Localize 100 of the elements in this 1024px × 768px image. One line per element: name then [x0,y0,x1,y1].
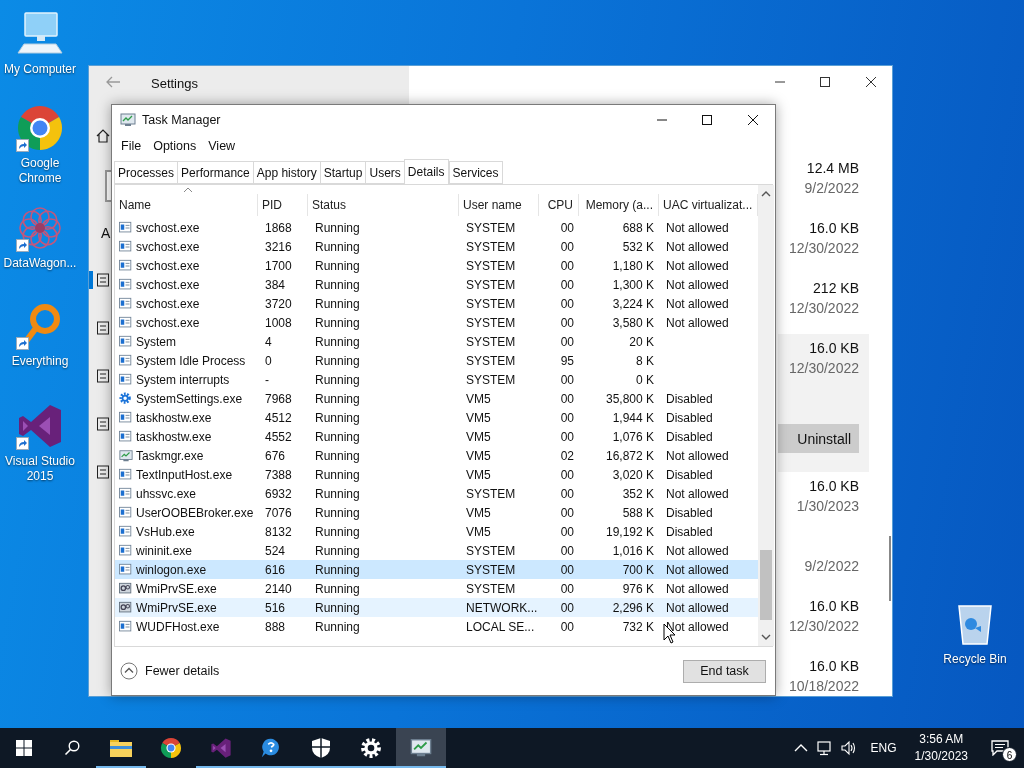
scrollbar-thumb[interactable] [760,550,772,620]
process-row[interactable]: svchost.exe 3720 Running SYSTEM 00 3,224 K Not allowed [115,294,758,313]
task-manager-icon [409,737,433,759]
scrollbar-thumb[interactable] [889,536,891,601]
table-cell: Running [315,562,360,577]
tab[interactable]: Details [403,159,449,185]
app-entry[interactable]: 212 KB 12/30/2022 [778,274,869,334]
column-header[interactable]: CPU [539,194,579,216]
icon-label[interactable]: Visual Studio 2015 [1,454,79,484]
process-row[interactable]: uhssvc.exe 6932 Running SYSTEM 00 352 K Not allowed [115,484,758,503]
table-cell: Not allowed [666,600,729,615]
icon-label[interactable]: My Computer [4,62,76,77]
app-entry[interactable]: 16.0 KB 12/30/2022 [778,214,869,274]
maximize-icon [819,76,831,88]
fewer-details-toggle[interactable]: Fewer details [120,661,220,681]
tab[interactable]: Services [448,161,503,184]
app-entry[interactable]: 16.0 KB 1/30/2023 [778,472,869,532]
scroll-down-icon[interactable] [761,634,771,641]
table-cell: Running [315,296,360,311]
program-icon [119,543,133,558]
app-date: 1/30/2023 [795,497,859,516]
chrome-icon[interactable] [16,104,64,152]
icon-label[interactable]: DataWagon... [3,256,77,271]
table-cell: 2,296 K [612,600,654,615]
uninstall-button[interactable]: Uninstall [778,424,859,453]
table-cell: 4552 [265,429,292,444]
language-indicator[interactable]: ENG [860,739,907,757]
mandala-icon[interactable] [16,204,64,252]
table-cell: 8132 [265,524,292,539]
icon-label[interactable]: Everything [11,354,69,369]
process-row[interactable]: taskhostw.exe 4552 Running VM5 00 1,076 K Disabled [115,427,758,446]
table-cell: Running [315,239,360,254]
program-icon [119,277,133,292]
process-row[interactable]: UserOOBEBroker.exe 7076 Running VM5 00 588 K Disabled [115,503,758,522]
table-cell: Running [315,334,360,349]
volume-icon[interactable] [840,740,857,756]
menu-item[interactable]: Options [147,136,203,156]
app-entry[interactable]: 16.0 KB 12/30/2022 [778,592,869,652]
icon-label[interactable]: Recycle Bin [943,652,1007,667]
visual-studio-icon[interactable] [16,402,64,450]
table-cell: 6932 [265,486,292,501]
process-row[interactable]: System Idle Process 0 Running SYSTEM 95 8 K [115,351,758,370]
process-row[interactable]: wininit.exe 524 Running SYSTEM 00 1,016 K Not allowed [115,541,758,560]
app-date: 9/2/2022 [803,179,859,198]
process-row[interactable]: WmiPrvSE.exe 2140 Running SYSTEM 00 976 K Not allowed [115,579,758,598]
table-cell: Disabled [666,467,713,482]
tab[interactable]: Startup [319,161,366,184]
process-row[interactable]: System interrupts - Running SYSTEM 00 0 K [115,370,758,389]
column-header[interactable]: User name [459,194,539,216]
program-icon [119,486,133,501]
tab[interactable]: Users [365,161,404,184]
process-row[interactable]: System 4 Running SYSTEM 00 20 K [115,332,758,351]
taskbar-app[interactable] [396,728,446,768]
process-row[interactable]: svchost.exe 384 Running SYSTEM 00 1,300 K Not allowed [115,275,758,294]
process-row[interactable]: winlogon.exe 616 Running SYSTEM 00 700 K Not allowed [115,560,758,579]
process-row[interactable]: svchost.exe 1868 Running SYSTEM 00 688 K Not allowed [115,218,758,237]
table-cell: Running [315,220,360,235]
app-size: 16.0 KB [808,339,859,358]
process-name: winlogon.exe [136,561,207,579]
process-row[interactable]: SystemSettings.exe 7968 Running VM5 00 35,800 K Disabled [115,389,758,408]
column-header[interactable]: UAC virtualizat... [659,194,758,216]
process-row[interactable]: svchost.exe 1700 Running SYSTEM 00 1,180 K Not allowed [115,256,758,275]
column-header[interactable]: PID [258,194,308,216]
table-cell: Running [315,372,360,387]
scroll-up-icon[interactable] [761,190,771,197]
end-task-button[interactable]: End task [683,659,766,683]
column-header[interactable]: Name [115,194,258,216]
process-row[interactable]: VsHub.exe 8132 Running VM5 00 19,192 K Disabled [115,522,758,541]
process-row[interactable]: WmiPrvSE.exe 516 Running NETWORK... 00 2,296 K Not allowed [115,598,758,617]
process-row[interactable]: TextInputHost.exe 7388 Running VM5 00 3,020 K Disabled [115,465,758,484]
table-cell: 00 [560,581,574,596]
process-row[interactable]: Taskmgr.exe 676 Running VM5 02 16,872 K Not allowed [115,446,758,465]
home-icon[interactable] [96,129,110,143]
process-row[interactable]: svchost.exe 3216 Running SYSTEM 00 532 K Not allowed [115,237,758,256]
process-name: svchost.exe [136,276,200,294]
app-entry[interactable]: 16.0 KB 12/30/2022 Uninstall [778,334,869,472]
search-field[interactable] [105,170,111,202]
menu-item[interactable]: View [202,136,242,156]
app-entry[interactable]: 9/2/2022 [778,532,869,592]
clock[interactable]: 3:56 AM 1/30/2023 [906,731,976,765]
process-row[interactable]: svchost.exe 1008 Running SYSTEM 00 3,580 K Not allowed [115,313,758,332]
nav-item[interactable] [89,271,110,289]
app-entry[interactable]: 16.0 KB 10/18/2022 [778,652,869,712]
tab[interactable]: App history [252,161,320,184]
menu-item[interactable]: File [115,136,148,156]
network-icon[interactable] [816,740,833,756]
table-cell: 2140 [265,581,292,596]
table-cell: SYSTEM [466,296,516,311]
program-icon [119,505,133,520]
column-header[interactable]: Memory (a... [579,194,659,216]
task-manager-icon [119,448,133,463]
tab[interactable]: Processes [114,161,178,184]
notification-button[interactable]: 6 [976,728,1024,768]
app-entry[interactable]: 12.4 MB 9/2/2022 [778,154,869,214]
icon-label[interactable]: Google Chrome [1,156,79,186]
table-cell: Running [315,600,360,615]
column-header[interactable]: Status [308,194,459,216]
tab[interactable]: Performance [177,161,253,184]
maximize-icon [701,114,713,126]
process-row[interactable]: taskhostw.exe 4512 Running VM5 00 1,944 K Disabled [115,408,758,427]
